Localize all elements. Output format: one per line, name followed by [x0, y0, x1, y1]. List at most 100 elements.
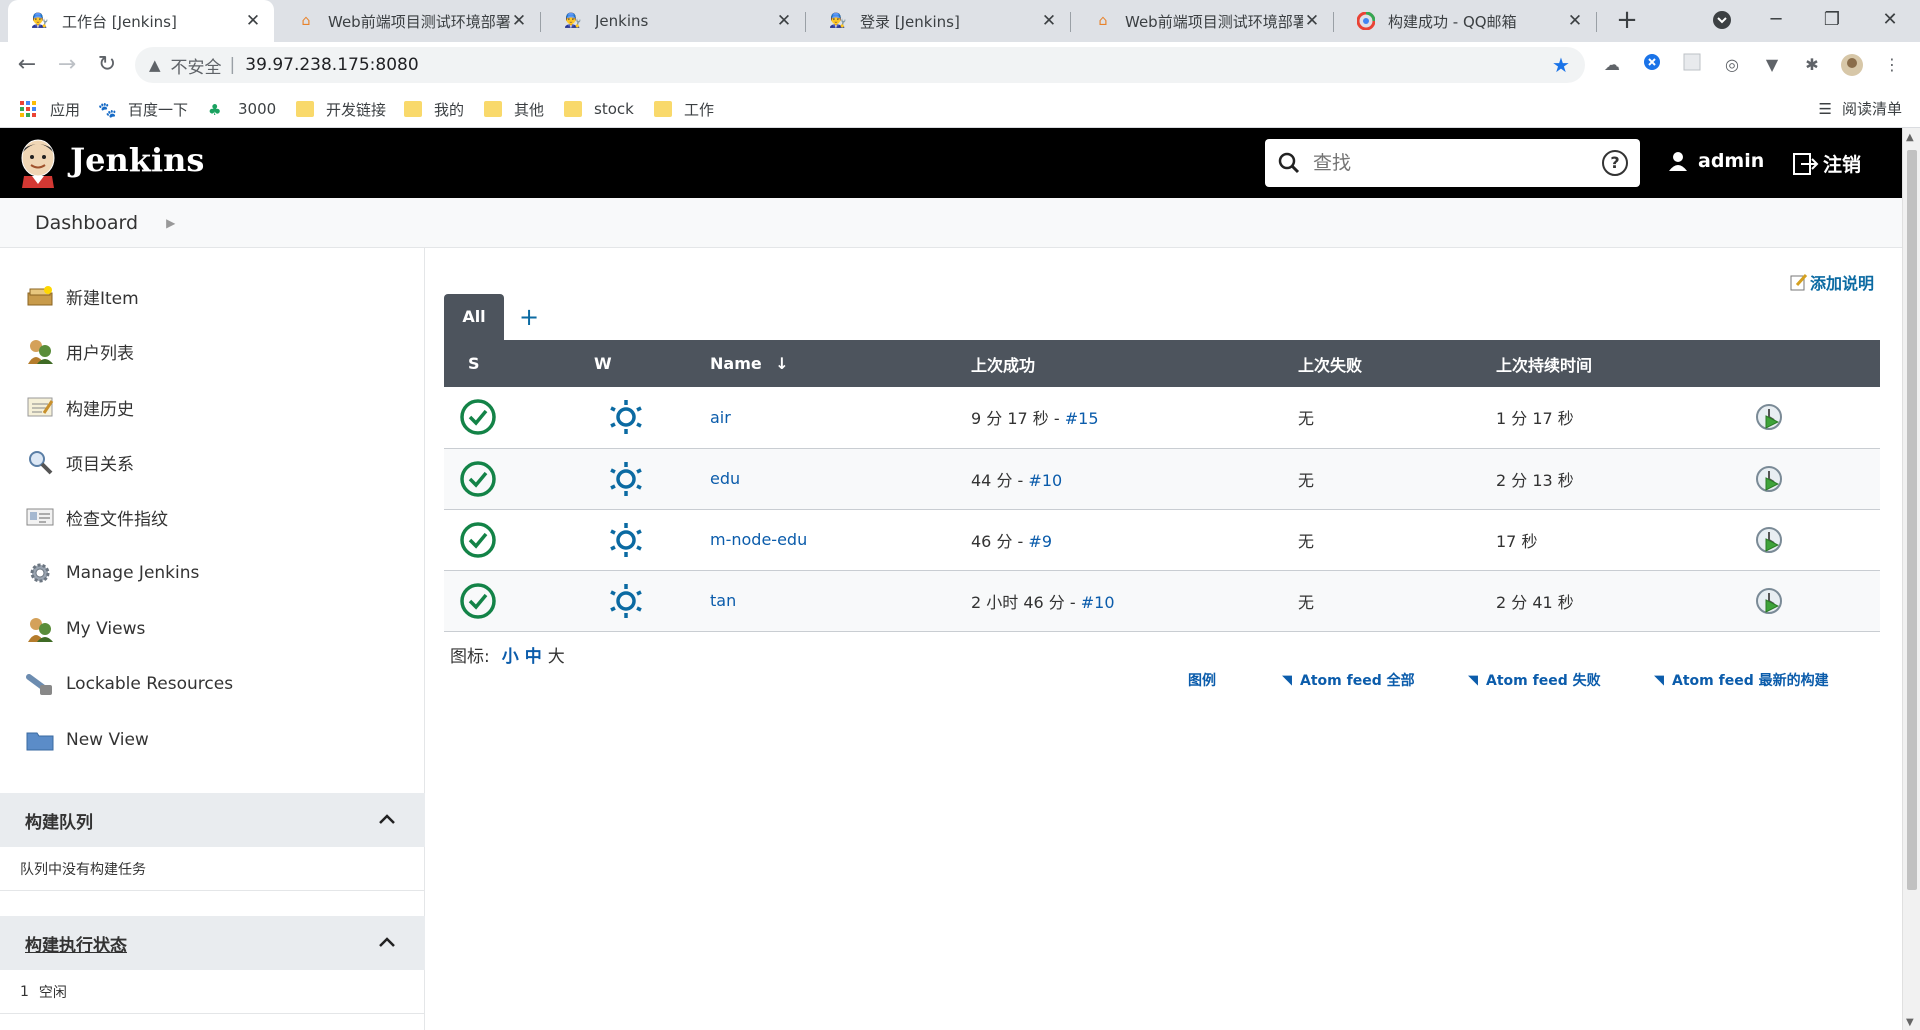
bookmark-folder[interactable]: 我的: [404, 98, 464, 120]
atom-feed-latest-link[interactable]: ◥ Atom feed 最新的构建: [1654, 670, 1829, 690]
extension-v-icon[interactable]: ▼: [1760, 53, 1784, 77]
schedule-build-icon[interactable]: [1754, 586, 1784, 616]
chevron-up-icon[interactable]: [379, 932, 395, 951]
reading-list-button[interactable]: ☰ 阅读清单: [1819, 98, 1902, 119]
browser-menu-icon[interactable]: ⋮: [1880, 53, 1904, 77]
minimize-button[interactable]: ─: [1752, 0, 1800, 42]
success-check-icon[interactable]: [459, 398, 497, 436]
url-text[interactable]: 39.97.238.175:8080: [245, 55, 418, 75]
schedule-build-icon[interactable]: [1754, 464, 1784, 494]
forward-button[interactable]: →: [52, 50, 82, 80]
task-fingerprint[interactable]: 检查文件指纹: [26, 502, 168, 532]
bookmark-folder[interactable]: 其他: [484, 98, 544, 120]
scroll-down-icon[interactable]: ▼: [1906, 1017, 1914, 1028]
atom-feed-failed-link[interactable]: ◥ Atom feed 失败: [1468, 670, 1601, 690]
icon-size-medium[interactable]: 中: [525, 642, 542, 667]
page-scrollbar[interactable]: ▲ ▼: [1902, 128, 1920, 1030]
job-link[interactable]: tan: [710, 591, 736, 610]
tab-all[interactable]: All: [444, 294, 504, 340]
column-header-weather[interactable]: W: [594, 340, 710, 387]
success-check-icon[interactable]: [459, 582, 497, 620]
logout-link[interactable]: 注销: [1793, 150, 1861, 177]
bookmark-folder[interactable]: 开发链接: [296, 98, 386, 120]
browser-tab[interactable]: 👨‍🔧 Jenkins ✕: [541, 0, 805, 42]
back-button[interactable]: ←: [12, 50, 42, 80]
extension-x-icon[interactable]: [1640, 53, 1664, 77]
executor-status-header[interactable]: 构建执行状态: [0, 916, 425, 970]
task-build-history[interactable]: 构建历史: [26, 392, 134, 422]
omnibox[interactable]: ▲ 不安全 | 39.97.238.175:8080: [135, 47, 1585, 83]
success-check-icon[interactable]: [459, 521, 497, 559]
task-project-relations[interactable]: 项目关系: [26, 447, 134, 477]
jenkins-brand[interactable]: Jenkins: [70, 141, 204, 179]
close-icon[interactable]: ✕: [510, 11, 528, 31]
schedule-build-icon[interactable]: [1754, 402, 1784, 432]
task-users[interactable]: 用户列表: [26, 336, 134, 366]
browser-tab[interactable]: ⌂ Web前端项目测试环境部署 ✕: [274, 0, 540, 42]
sunny-weather-icon[interactable]: [608, 521, 644, 559]
sunny-weather-icon[interactable]: [608, 460, 644, 498]
browser-tab[interactable]: 👨‍🔧 登录 [Jenkins] ✕: [806, 0, 1070, 42]
chevron-up-icon[interactable]: [379, 809, 395, 828]
atom-feed-all-link[interactable]: ◥ Atom feed 全部: [1282, 670, 1415, 690]
profile-avatar[interactable]: [1840, 53, 1864, 77]
close-icon[interactable]: ✕: [244, 11, 262, 31]
help-icon[interactable]: ?: [1602, 150, 1628, 176]
column-header-name[interactable]: Name ↓: [710, 340, 971, 387]
bookmark-3000[interactable]: ♣ 3000: [208, 98, 276, 120]
schedule-build-icon[interactable]: [1754, 525, 1784, 555]
extensions-puzzle-icon[interactable]: ✱: [1800, 53, 1824, 77]
bookmark-folder[interactable]: 工作: [654, 98, 714, 120]
sunny-weather-icon[interactable]: [608, 582, 644, 620]
task-my-views[interactable]: My Views: [26, 614, 145, 644]
bookmark-apps[interactable]: 应用: [20, 98, 80, 120]
breadcrumb-dashboard[interactable]: Dashboard: [35, 212, 138, 234]
close-icon[interactable]: ✕: [775, 11, 793, 31]
column-header-last-duration[interactable]: 上次持续时间: [1496, 340, 1754, 387]
extension-panda-icon[interactable]: ◎: [1720, 53, 1744, 77]
column-header-last-success[interactable]: 上次成功: [971, 340, 1298, 387]
job-link[interactable]: m-node-edu: [710, 530, 807, 549]
add-view-icon[interactable]: +: [514, 302, 544, 332]
close-icon[interactable]: ✕: [1566, 11, 1584, 31]
bookmark-baidu[interactable]: 🐾 百度一下: [98, 98, 188, 120]
add-description-link[interactable]: 添加说明: [1790, 270, 1874, 294]
legend-link[interactable]: 图例: [1188, 670, 1216, 690]
search-input[interactable]: [1313, 152, 1602, 174]
warning-triangle-icon[interactable]: ▲: [149, 56, 161, 74]
scroll-up-icon[interactable]: ▲: [1906, 132, 1914, 143]
bookmark-folder[interactable]: stock: [564, 98, 634, 120]
close-icon[interactable]: ✕: [1040, 11, 1058, 31]
column-header-status[interactable]: S: [444, 340, 594, 387]
window-close-button[interactable]: ✕: [1866, 0, 1914, 42]
task-new-view[interactable]: New View: [26, 725, 149, 755]
build-queue-header[interactable]: 构建队列: [0, 793, 425, 847]
new-tab-button[interactable]: +: [1610, 4, 1644, 38]
close-icon[interactable]: ✕: [1303, 11, 1321, 31]
column-header-last-failure[interactable]: 上次失败: [1298, 340, 1496, 387]
build-number-link[interactable]: #9: [1028, 532, 1052, 551]
build-number-link[interactable]: #10: [1081, 593, 1115, 612]
sunny-weather-icon[interactable]: [608, 398, 644, 436]
icon-size-small[interactable]: 小: [502, 642, 519, 667]
browser-tab[interactable]: 👨‍🔧 工作台 [Jenkins] ✕: [8, 0, 274, 42]
jenkins-logo-icon[interactable]: [18, 138, 58, 188]
scroll-thumb[interactable]: [1907, 150, 1917, 890]
user-menu[interactable]: admin: [1668, 150, 1764, 172]
build-number-link[interactable]: #10: [1028, 471, 1062, 490]
restore-button[interactable]: ❐: [1808, 0, 1856, 42]
success-check-icon[interactable]: [459, 460, 497, 498]
job-link[interactable]: air: [710, 408, 731, 427]
reload-button[interactable]: ↻: [92, 50, 122, 80]
executor-status-title[interactable]: 构建执行状态: [25, 931, 127, 956]
job-link[interactable]: edu: [710, 469, 740, 488]
extension-square-icon[interactable]: [1680, 53, 1704, 77]
browser-tab[interactable]: ⌂ Web前端项目测试环境部署 ✕: [1071, 0, 1333, 42]
task-new-item[interactable]: 新建Item: [26, 281, 139, 311]
build-number-link[interactable]: #15: [1065, 409, 1099, 428]
bookmark-star-icon[interactable]: ★: [1546, 50, 1576, 80]
tab-search-icon[interactable]: [1698, 0, 1746, 42]
extension-cloud-icon[interactable]: ☁: [1600, 53, 1624, 77]
chevron-right-icon[interactable]: ▶: [166, 216, 175, 230]
security-label[interactable]: 不安全: [171, 53, 222, 78]
